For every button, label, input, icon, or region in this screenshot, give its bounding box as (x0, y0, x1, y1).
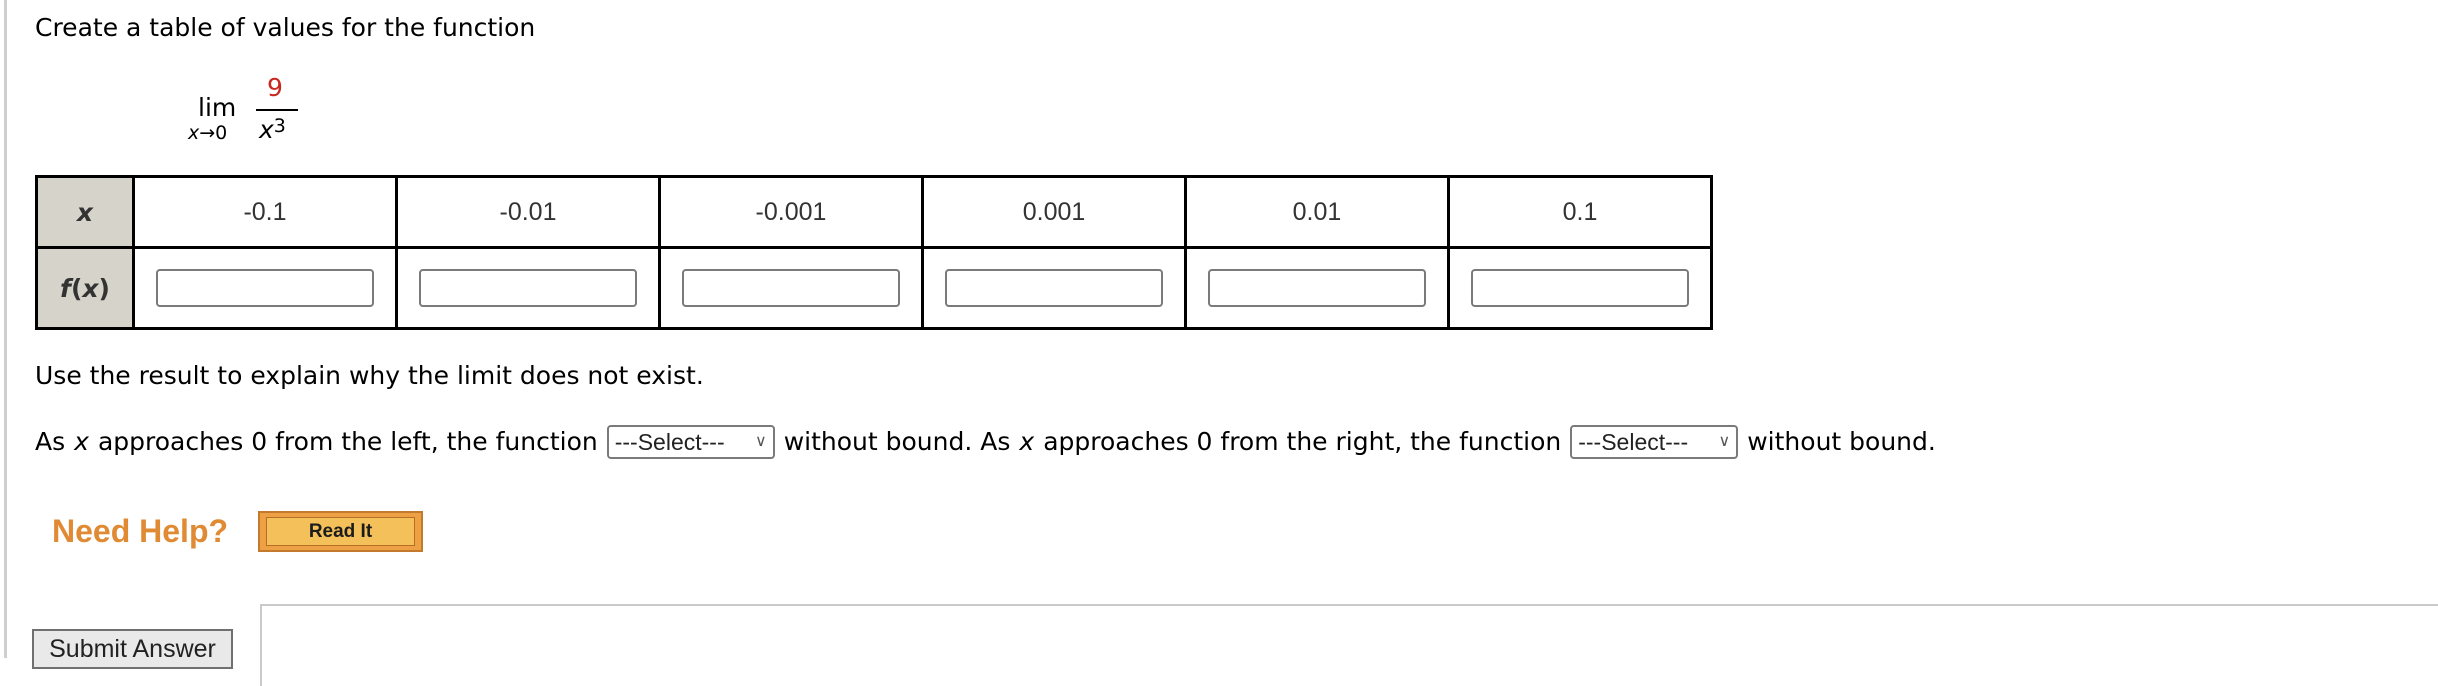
fx-f: f (60, 273, 71, 303)
sentence-text: approaches 0 from the left, the function (97, 427, 598, 456)
chevron-down-icon: ∨ (1718, 433, 1731, 450)
x-value-cell: 0.001 (921, 175, 1187, 249)
x-value-cell: 0.1 (1447, 175, 1713, 249)
fx-cell (1184, 246, 1450, 330)
left-behavior-select[interactable]: ---Select--- ∨ (606, 425, 775, 459)
fx-input-0-001[interactable] (945, 269, 1163, 307)
values-table: x -0.1 -0.01 -0.001 0.001 0.01 0.1 f(x) (35, 175, 1713, 330)
fx-input-neg-0-1[interactable] (156, 269, 374, 307)
fx-close-paren: ) (98, 273, 110, 303)
x-row-header: x (35, 175, 135, 249)
need-help-label: Need Help? (52, 513, 229, 549)
fx-cell (1447, 246, 1713, 330)
lim-target: 0 (215, 122, 228, 144)
fx-input-neg-0-001[interactable] (682, 269, 900, 307)
fraction-bar (256, 109, 298, 111)
sentence-text: without bound. (1747, 427, 1936, 456)
select-value: ---Select--- (614, 429, 725, 455)
limit-expression: lim x→0 9 x3 (186, 72, 316, 152)
fx-input-0-01[interactable] (1208, 269, 1426, 307)
chevron-down-icon: ∨ (755, 433, 767, 450)
fx-cell (132, 246, 398, 330)
left-border (4, 0, 7, 658)
fx-cell (658, 246, 924, 330)
arrow-icon: → (199, 122, 216, 144)
x-value-cell: -0.001 (658, 175, 924, 249)
fx-row-header: f(x) (35, 246, 135, 330)
fx-var: x (82, 273, 99, 303)
fx-input-0-1[interactable] (1471, 269, 1689, 307)
select-value: ---Select--- (1578, 429, 1689, 455)
fraction-numerator: 9 (267, 73, 283, 102)
x-row: x -0.1 -0.01 -0.001 0.001 0.01 0.1 (35, 175, 1713, 249)
question-prompt: Create a table of values for the functio… (35, 13, 536, 42)
fraction-denominator: x3 (259, 115, 286, 144)
sentence-text: approaches 0 from the right, the functio… (1043, 427, 1562, 456)
sentence-variable: x (1019, 427, 1035, 456)
sentence-text: As (35, 427, 66, 456)
read-it-label: Read It (266, 517, 415, 546)
read-it-button[interactable]: Read It (258, 511, 423, 552)
explanation-instruction: Use the result to explain why the limit … (35, 361, 704, 390)
x-value-cell: 0.01 (1184, 175, 1450, 249)
answer-panel (260, 604, 2438, 686)
submit-answer-button[interactable]: Submit Answer (32, 629, 233, 669)
explanation-sentence: As x approaches 0 from the left, the fun… (35, 425, 1936, 459)
lim-operator: lim (198, 93, 237, 122)
x-value-cell: -0.01 (395, 175, 661, 249)
sentence-text: without bound. As (783, 427, 1011, 456)
lim-subscript: x→0 (188, 122, 227, 144)
fx-cell (921, 246, 1187, 330)
sentence-variable: x (74, 427, 89, 456)
lim-variable: x (188, 122, 200, 144)
fx-cell (395, 246, 661, 330)
right-behavior-select[interactable]: ---Select--- ∨ (1570, 425, 1739, 459)
fx-open-paren: ( (70, 273, 83, 303)
denominator-exponent: 3 (273, 115, 286, 137)
x-value-cell: -0.1 (132, 175, 398, 249)
denominator-base: x (259, 115, 274, 144)
fx-input-neg-0-01[interactable] (419, 269, 637, 307)
fx-row: f(x) (35, 246, 1713, 330)
